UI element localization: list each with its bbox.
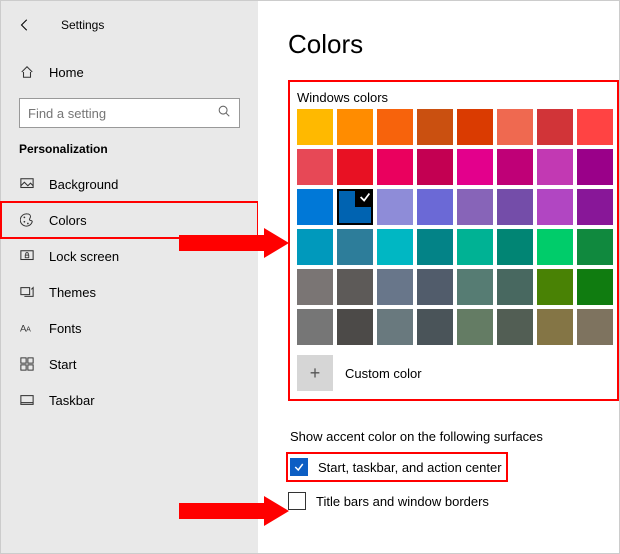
nav-label: Taskbar xyxy=(49,393,95,408)
nav-background[interactable]: Background xyxy=(1,166,258,202)
custom-color-label: Custom color xyxy=(345,366,422,381)
nav-label: Start xyxy=(49,357,76,372)
fonts-icon: AA xyxy=(19,321,35,335)
nav-taskbar[interactable]: Taskbar xyxy=(1,382,258,418)
color-swatch[interactable] xyxy=(417,109,453,145)
color-swatch[interactable] xyxy=(457,109,493,145)
color-swatch[interactable] xyxy=(577,189,613,225)
nav-label: Fonts xyxy=(49,321,82,336)
themes-icon xyxy=(19,285,35,299)
color-swatch[interactable] xyxy=(457,149,493,185)
main-content: Colors Windows colors + Custom color Sho… xyxy=(258,1,619,553)
nav-colors[interactable]: Colors xyxy=(1,202,258,238)
color-swatch[interactable] xyxy=(457,269,493,305)
background-icon xyxy=(19,177,35,191)
nav-themes[interactable]: Themes xyxy=(1,274,258,310)
color-swatch[interactable] xyxy=(537,229,573,265)
color-swatch[interactable] xyxy=(537,189,573,225)
app-title: Settings xyxy=(61,18,104,32)
windows-colors-section: Windows colors + Custom color xyxy=(288,80,619,401)
checkbox-label: Title bars and window borders xyxy=(316,494,489,509)
color-swatch[interactable] xyxy=(417,269,453,305)
nav-start[interactable]: Start xyxy=(1,346,258,382)
color-swatch[interactable] xyxy=(497,229,533,265)
color-swatch[interactable] xyxy=(337,149,373,185)
color-swatch[interactable] xyxy=(377,149,413,185)
color-swatch[interactable] xyxy=(297,269,333,305)
color-swatch[interactable] xyxy=(577,109,613,145)
color-swatch[interactable] xyxy=(297,229,333,265)
color-swatch[interactable] xyxy=(337,109,373,145)
nav-fonts[interactable]: AA Fonts xyxy=(1,310,258,346)
color-swatch[interactable] xyxy=(297,149,333,185)
color-swatch[interactable] xyxy=(417,189,453,225)
color-swatch[interactable] xyxy=(537,109,573,145)
search-input-wrap[interactable] xyxy=(19,98,240,128)
color-swatch[interactable] xyxy=(297,189,333,225)
windows-colors-label: Windows colors xyxy=(297,90,613,105)
color-swatch[interactable] xyxy=(337,269,373,305)
color-swatch[interactable] xyxy=(457,229,493,265)
plus-icon[interactable]: + xyxy=(297,355,333,391)
category-label: Personalization xyxy=(1,142,258,166)
checkbox-on-icon xyxy=(290,458,308,476)
color-swatch[interactable] xyxy=(537,269,573,305)
color-swatch[interactable] xyxy=(577,269,613,305)
nav-label: Colors xyxy=(49,213,87,228)
color-swatch[interactable] xyxy=(497,189,533,225)
search-input[interactable] xyxy=(28,106,217,121)
home-label: Home xyxy=(49,65,84,80)
color-swatch[interactable] xyxy=(497,109,533,145)
start-icon xyxy=(19,357,35,371)
nav-label: Background xyxy=(49,177,118,192)
color-swatch[interactable] xyxy=(377,309,413,345)
colors-icon xyxy=(19,213,35,227)
color-swatch[interactable] xyxy=(297,309,333,345)
color-swatch[interactable] xyxy=(577,149,613,185)
search-icon xyxy=(217,104,231,123)
color-swatch[interactable] xyxy=(577,229,613,265)
color-swatch[interactable] xyxy=(537,309,573,345)
color-swatch[interactable] xyxy=(457,309,493,345)
color-swatch[interactable] xyxy=(377,229,413,265)
nav-label: Lock screen xyxy=(49,249,119,264)
color-swatch[interactable] xyxy=(497,309,533,345)
accent-surfaces-heading: Show accent color on the following surfa… xyxy=(290,429,619,444)
svg-text:A: A xyxy=(26,327,31,334)
color-grid xyxy=(297,109,613,345)
back-button[interactable] xyxy=(11,11,39,39)
color-swatch[interactable] xyxy=(337,189,373,225)
color-swatch[interactable] xyxy=(337,229,373,265)
color-swatch[interactable] xyxy=(377,109,413,145)
color-swatch[interactable] xyxy=(297,109,333,145)
home-icon xyxy=(19,65,35,79)
color-swatch[interactable] xyxy=(377,189,413,225)
checkbox-label: Start, taskbar, and action center xyxy=(318,460,502,475)
color-swatch[interactable] xyxy=(577,309,613,345)
color-swatch[interactable] xyxy=(377,269,413,305)
color-swatch[interactable] xyxy=(417,149,453,185)
color-swatch[interactable] xyxy=(537,149,573,185)
taskbar-icon xyxy=(19,393,35,407)
checkbox-title-bars[interactable]: Title bars and window borders xyxy=(288,488,619,514)
nav-list: Background Colors Lock screen Themes AA … xyxy=(1,166,258,418)
color-swatch[interactable] xyxy=(337,309,373,345)
checkbox-start-taskbar[interactable]: Start, taskbar, and action center xyxy=(288,454,506,480)
color-swatch[interactable] xyxy=(497,149,533,185)
color-swatch[interactable] xyxy=(497,269,533,305)
custom-color-row[interactable]: + Custom color xyxy=(297,355,613,391)
sidebar: Settings Home Personalization Background… xyxy=(1,1,258,553)
page-heading: Colors xyxy=(288,29,619,60)
color-swatch[interactable] xyxy=(417,229,453,265)
checkbox-off-icon xyxy=(288,492,306,510)
home-link[interactable]: Home xyxy=(1,54,258,90)
color-swatch[interactable] xyxy=(457,189,493,225)
nav-lockscreen[interactable]: Lock screen xyxy=(1,238,258,274)
header: Settings xyxy=(1,1,258,54)
color-swatch[interactable] xyxy=(417,309,453,345)
nav-label: Themes xyxy=(49,285,96,300)
lockscreen-icon xyxy=(19,249,35,263)
